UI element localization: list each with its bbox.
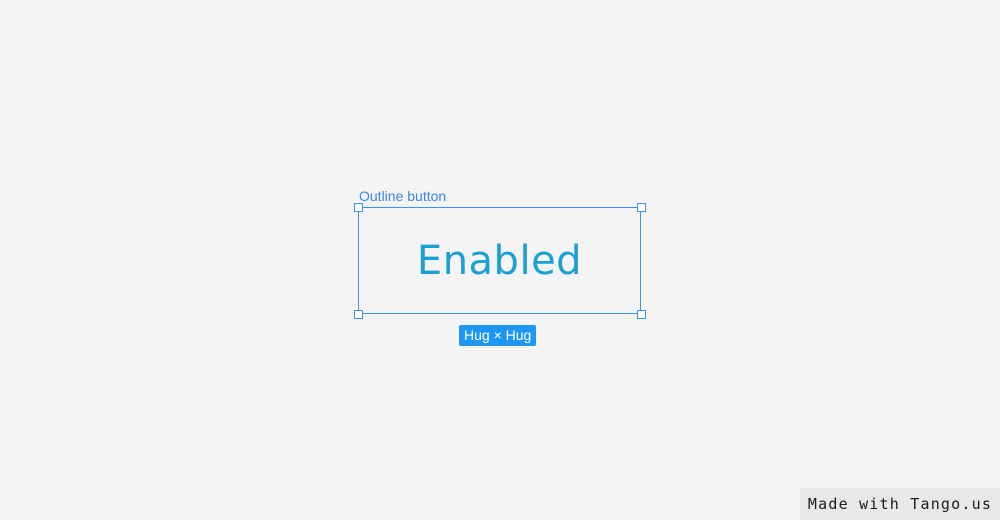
resize-handle-top-left[interactable]: [354, 203, 363, 212]
resize-handle-bottom-left[interactable]: [354, 310, 363, 319]
tango-watermark: Made with Tango.us: [800, 488, 1000, 520]
outline-button-frame[interactable]: Enabled: [358, 207, 641, 314]
design-canvas[interactable]: Outline button Enabled Hug × Hug Made wi…: [0, 0, 1000, 520]
button-text: Enabled: [416, 237, 583, 284]
resize-handle-top-right[interactable]: [637, 203, 646, 212]
frame-label[interactable]: Outline button: [359, 188, 446, 204]
size-badge[interactable]: Hug × Hug: [459, 325, 537, 346]
resize-handle-bottom-right[interactable]: [637, 310, 646, 319]
